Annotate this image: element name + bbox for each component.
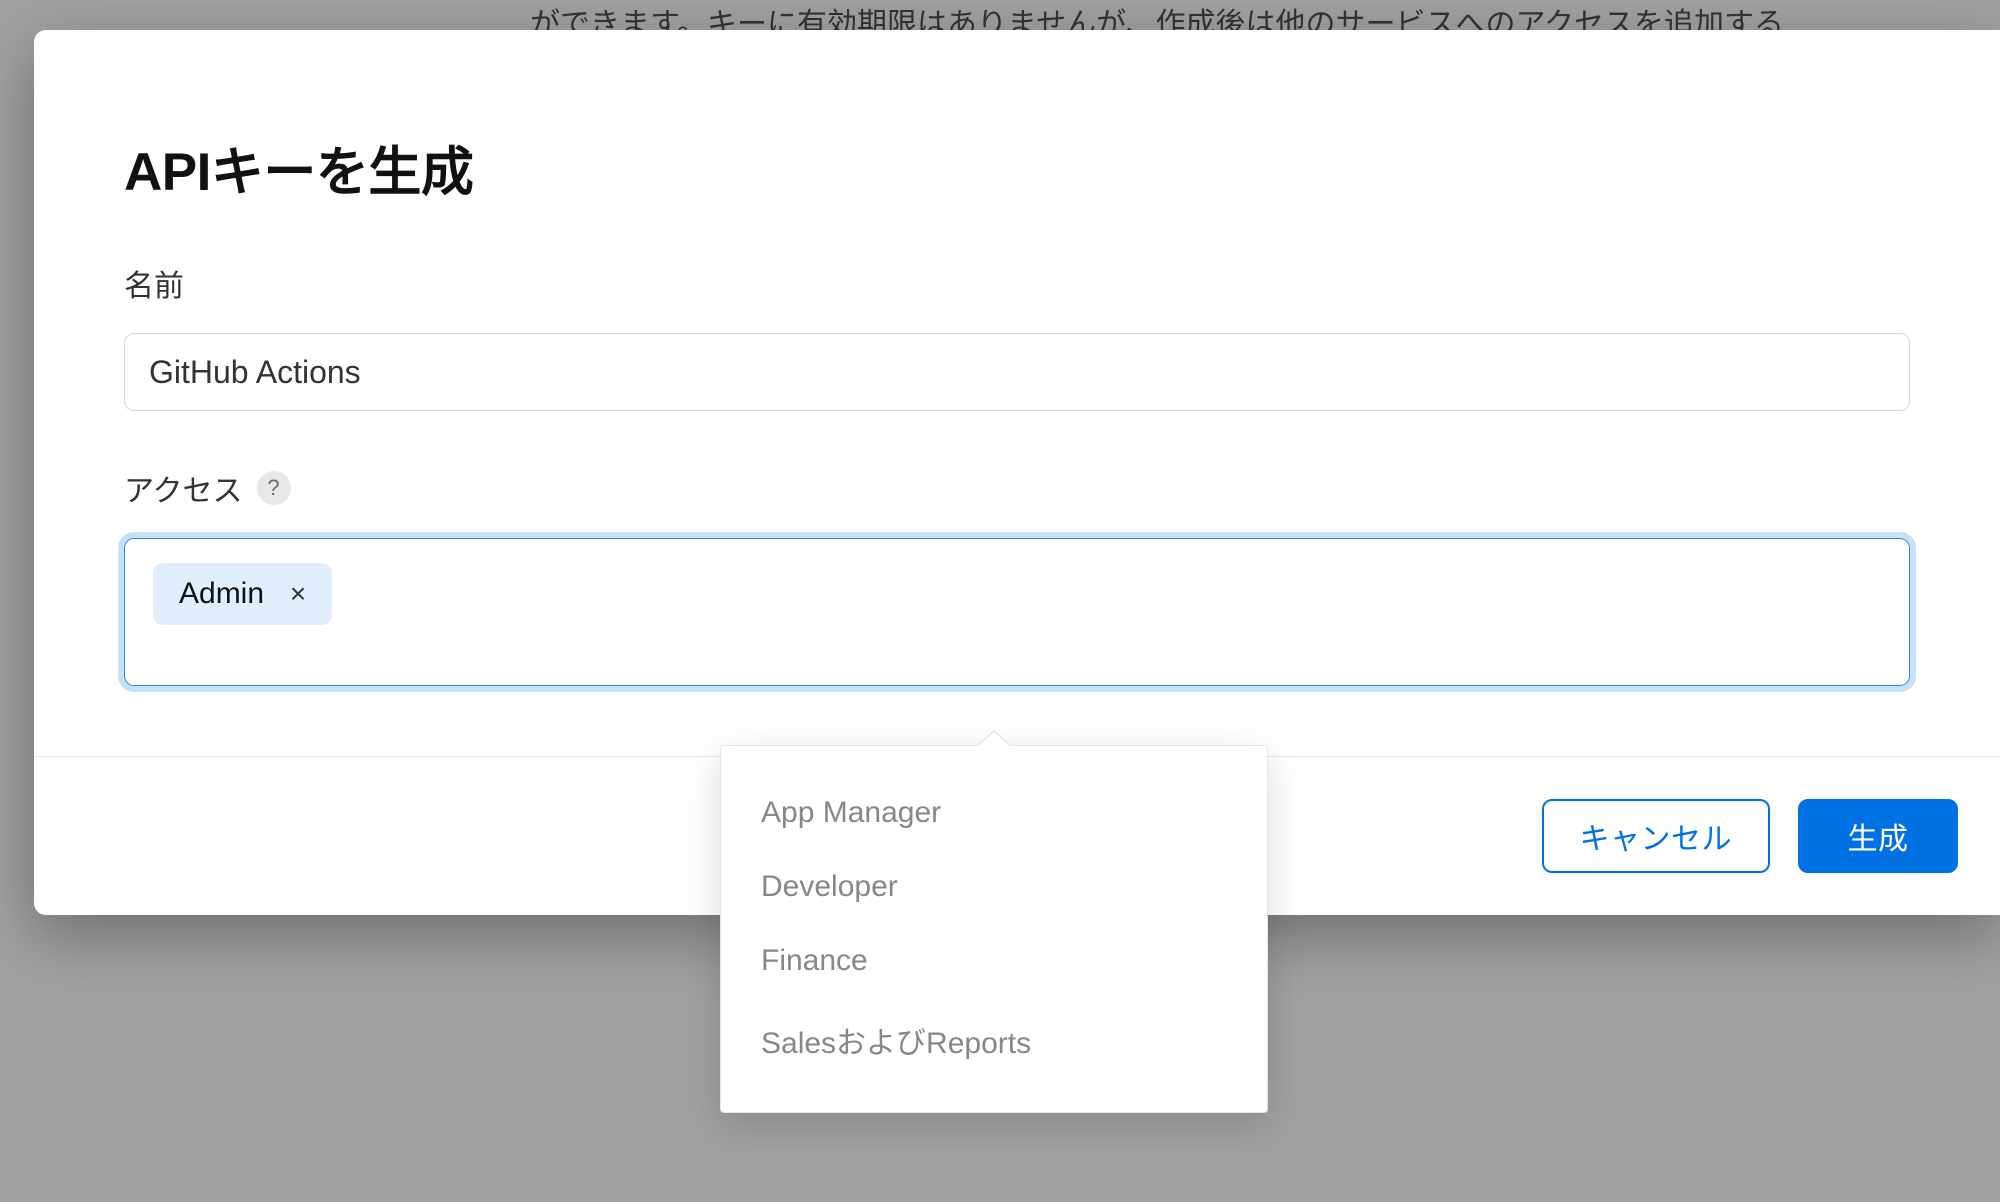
cancel-button[interactable]: キャンセル: [1542, 799, 1771, 873]
generate-button[interactable]: 生成: [1798, 799, 1958, 873]
name-field-group: 名前: [124, 261, 1910, 411]
access-dropdown-list: App Manager Developer Finance SalesおよびRe…: [721, 746, 1267, 1112]
access-tag-input[interactable]: Admin ×: [124, 538, 1910, 686]
access-tag-label: Admin: [179, 577, 264, 611]
access-tag-admin: Admin ×: [153, 563, 332, 625]
help-icon[interactable]: ?: [257, 471, 291, 505]
dropdown-item-developer[interactable]: Developer: [721, 850, 1267, 924]
access-field-label-row: アクセス ?: [124, 466, 1910, 510]
name-field-label: 名前: [124, 261, 1910, 305]
access-dropdown: App Manager Developer Finance SalesおよびRe…: [720, 745, 1268, 1113]
dropdown-item-app-manager[interactable]: App Manager: [721, 776, 1267, 850]
access-field-group: アクセス ? Admin ×: [124, 466, 1910, 686]
modal-body: APIキーを生成 名前 アクセス ? Admin ×: [34, 30, 2000, 756]
access-field-label: アクセス: [124, 466, 243, 510]
dropdown-item-sales-reports[interactable]: SalesおよびReports: [721, 998, 1267, 1082]
name-input[interactable]: [124, 333, 1910, 411]
modal-title: APIキーを生成: [124, 130, 1910, 206]
remove-tag-icon[interactable]: ×: [286, 582, 310, 606]
dropdown-item-finance[interactable]: Finance: [721, 924, 1267, 998]
